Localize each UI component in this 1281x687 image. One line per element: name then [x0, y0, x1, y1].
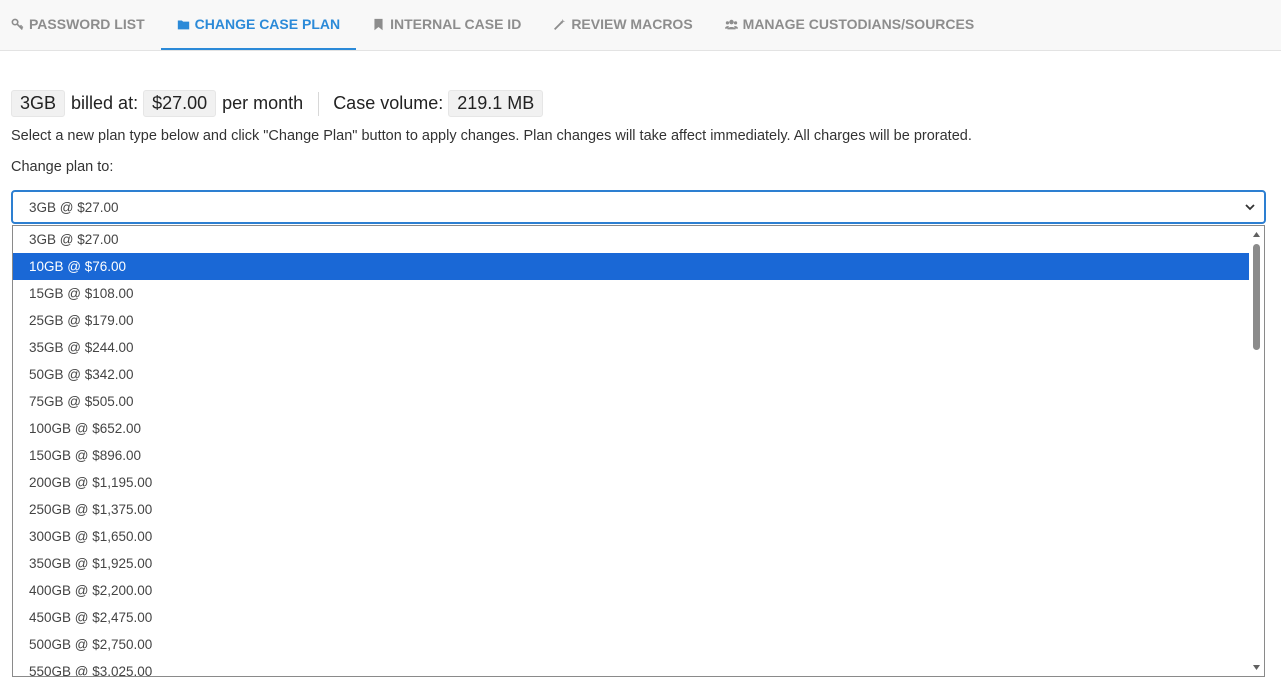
tab-label: MANAGE CUSTODIANS/SOURCES: [742, 16, 975, 32]
tab-manage-custodians[interactable]: MANAGE CUSTODIANS/SOURCES: [709, 0, 991, 50]
summary-divider: [318, 91, 320, 116]
plan-select[interactable]: 3GB @ $27.00: [11, 190, 1266, 224]
plan-size-badge: 3GB: [11, 90, 66, 117]
scroll-down-arrow-icon[interactable]: [1252, 663, 1261, 672]
instructions-text: Select a new plan type below and click "…: [11, 128, 972, 144]
tab-label: REVIEW MACROS: [571, 16, 693, 32]
volume-badge: 219.1 MB: [448, 90, 544, 117]
volume-label: Case volume:: [333, 93, 444, 113]
key-icon: [11, 18, 24, 31]
billed-label: billed at:: [71, 93, 139, 113]
change-plan-label: Change plan to:: [11, 159, 114, 175]
tab-review-macros[interactable]: REVIEW MACROS: [537, 0, 708, 50]
folder-icon: [177, 18, 190, 31]
plan-summary: 3GB billed at: $27.00 per month Case vol…: [11, 90, 544, 117]
plan-dropdown-list: 3GB @ $27.00 10GB @ $76.00 15GB @ $108.00 2…: [12, 225, 1265, 677]
plan-option[interactable]: 250GB @ $1,375.00: [13, 496, 1250, 523]
plan-option[interactable]: 550GB @ $3,025.00: [13, 658, 1250, 676]
period-label: per month: [222, 93, 304, 113]
chevron-down-icon: [1245, 204, 1255, 211]
plan-option[interactable]: 500GB @ $2,750.00: [13, 631, 1250, 658]
plan-option[interactable]: 15GB @ $108.00: [13, 280, 1250, 307]
plan-option[interactable]: 10GB @ $76.00: [13, 253, 1250, 280]
tab-internal-case-id[interactable]: INTERNAL CASE ID: [356, 0, 537, 50]
plan-option[interactable]: 3GB @ $27.00: [13, 226, 1250, 253]
dropdown-scrollbar[interactable]: [1249, 226, 1264, 676]
plan-option[interactable]: 300GB @ $1,650.00: [13, 523, 1250, 550]
plan-option[interactable]: 75GB @ $505.00: [13, 388, 1250, 415]
price-badge: $27.00: [143, 90, 217, 117]
scroll-up-arrow-icon[interactable]: [1252, 230, 1261, 239]
plan-options: 3GB @ $27.00 10GB @ $76.00 15GB @ $108.00 2…: [13, 226, 1250, 676]
plan-select-value: 3GB @ $27.00: [29, 199, 119, 215]
plan-option[interactable]: 25GB @ $179.00: [13, 307, 1250, 334]
tab-password-list[interactable]: PASSWORD LIST: [0, 0, 161, 50]
users-icon: [724, 18, 738, 31]
plan-option[interactable]: 100GB @ $652.00: [13, 415, 1250, 442]
plan-option[interactable]: 200GB @ $1,195.00: [13, 469, 1250, 496]
tab-label: INTERNAL CASE ID: [390, 16, 522, 32]
magic-wand-icon: [553, 18, 566, 31]
plan-option[interactable]: 35GB @ $244.00: [13, 334, 1250, 361]
plan-option[interactable]: 150GB @ $896.00: [13, 442, 1250, 469]
plan-option[interactable]: 450GB @ $2,475.00: [13, 604, 1250, 631]
tab-bar: PASSWORD LIST CHANGE CASE PLAN INTERNAL …: [0, 0, 1281, 51]
tab-label: PASSWORD LIST: [29, 16, 145, 32]
plan-option[interactable]: 350GB @ $1,925.00: [13, 550, 1250, 577]
scrollbar-thumb[interactable]: [1253, 244, 1260, 350]
tab-change-case-plan[interactable]: CHANGE CASE PLAN: [160, 0, 357, 50]
plan-option[interactable]: 50GB @ $342.00: [13, 361, 1250, 388]
tab-label: CHANGE CASE PLAN: [194, 16, 341, 32]
plan-option[interactable]: 400GB @ $2,200.00: [13, 577, 1250, 604]
bookmark-icon: [372, 18, 385, 31]
